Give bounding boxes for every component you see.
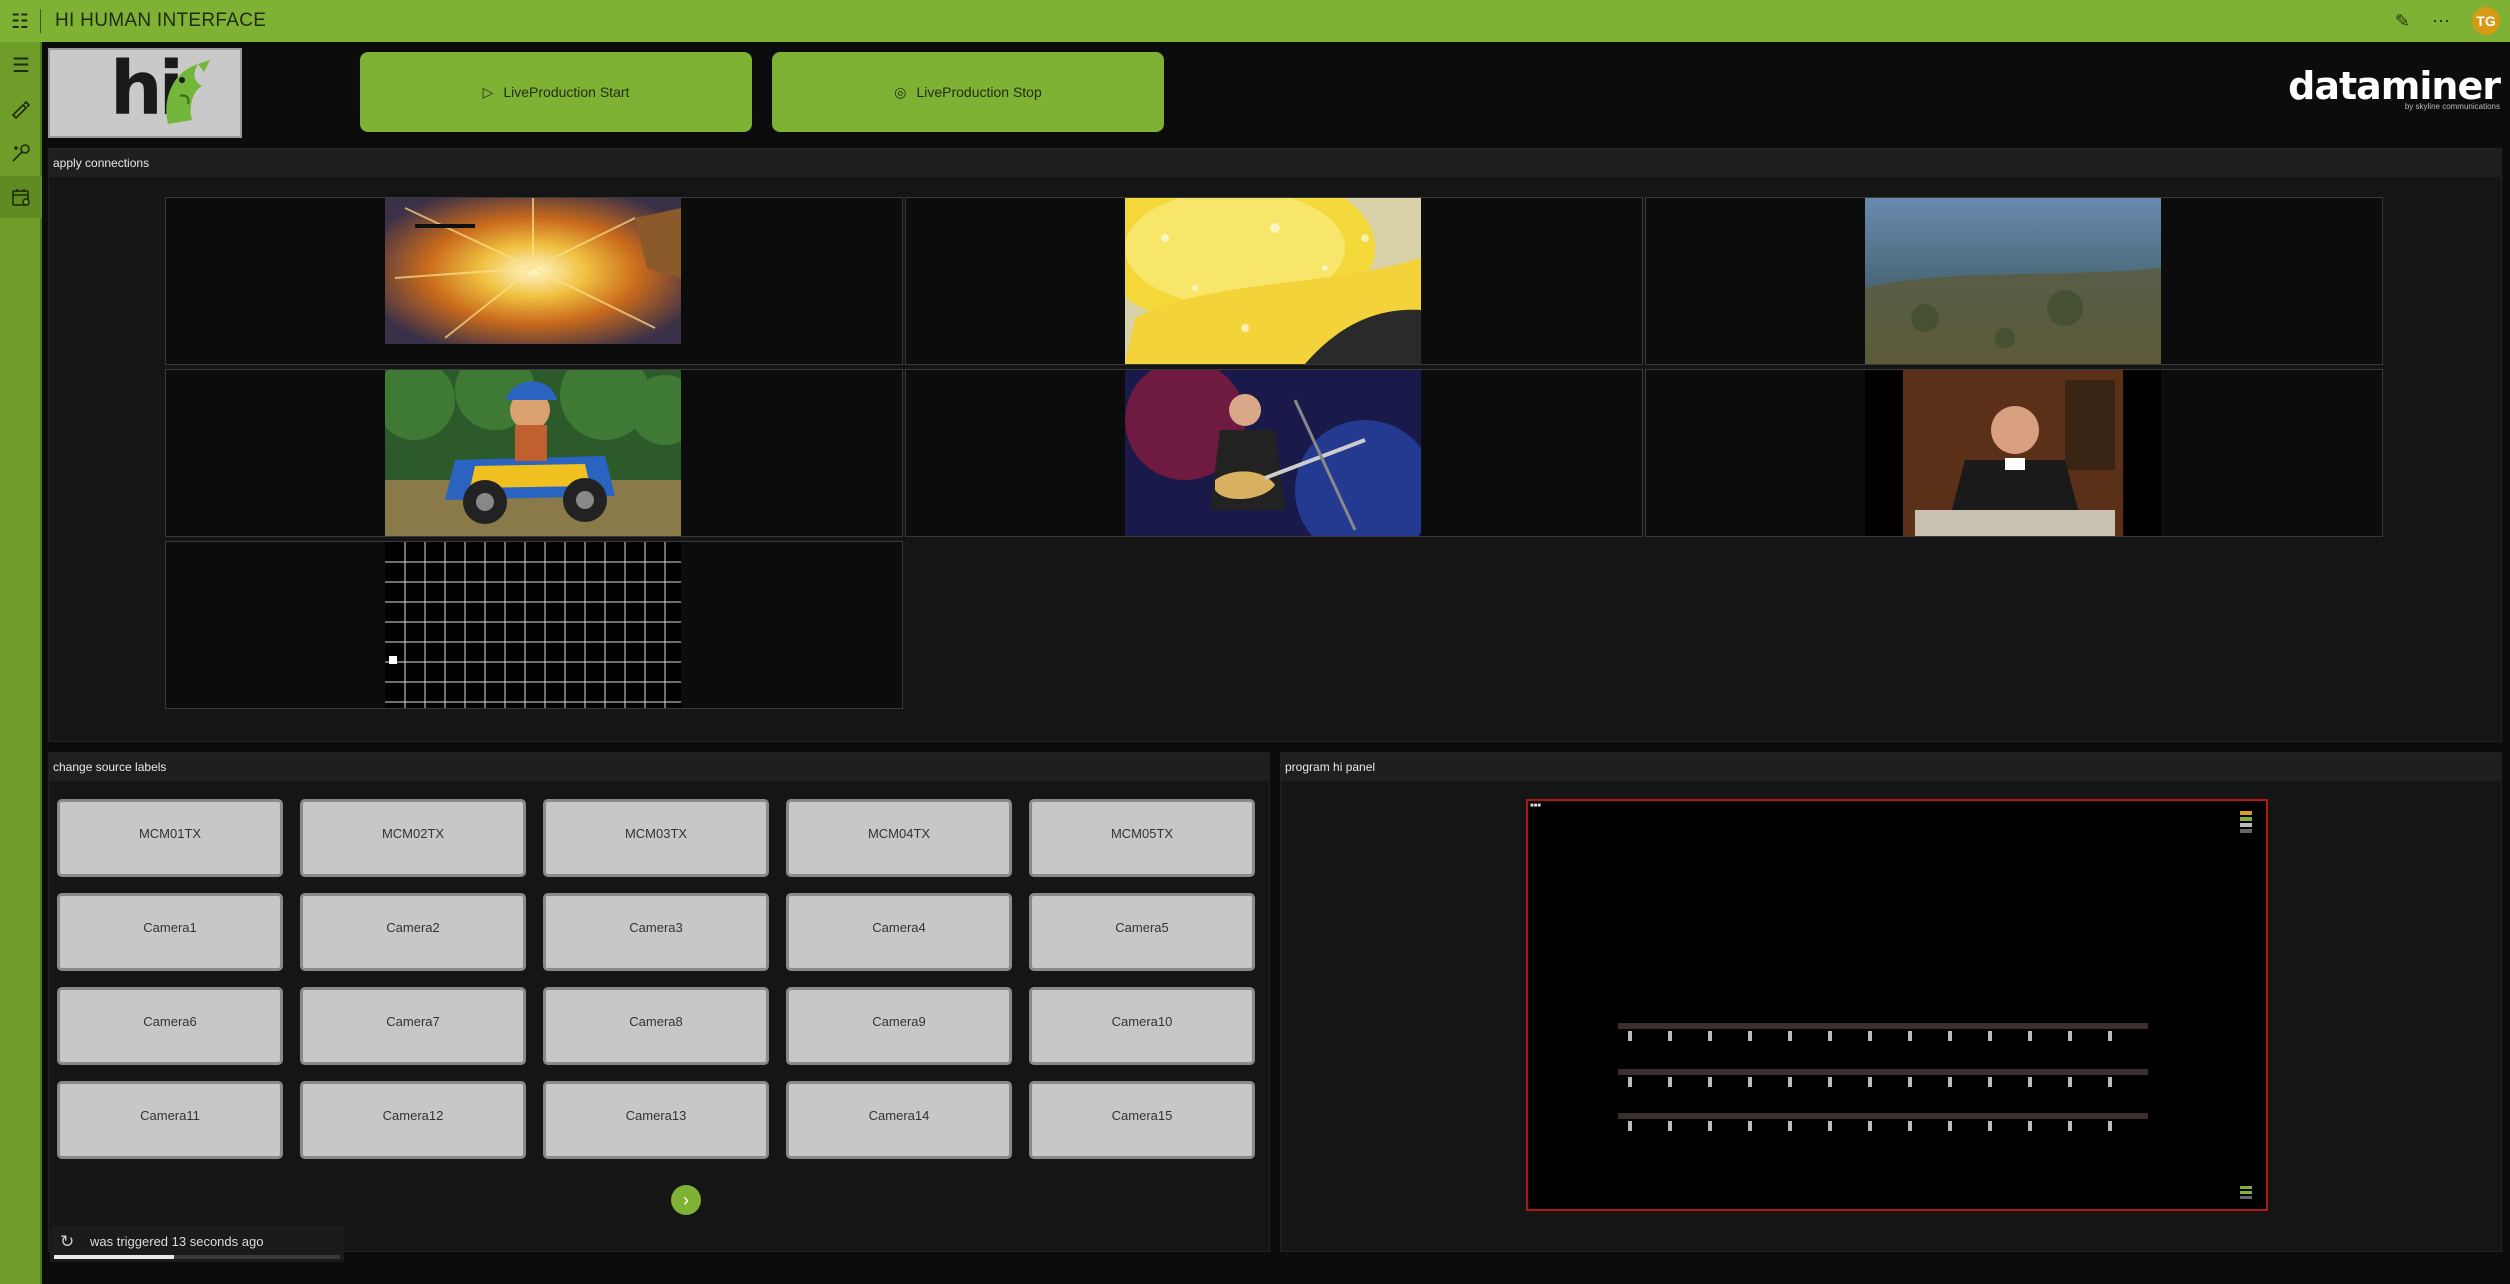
- trigger-progress: [54, 1255, 340, 1259]
- thumbnail-underwater: [1865, 198, 2161, 364]
- thumbnail-test-grid: [385, 542, 681, 708]
- label-button[interactable]: Camera10: [1029, 987, 1255, 1065]
- label-button[interactable]: Camera14: [786, 1081, 1012, 1159]
- label-button[interactable]: Camera1: [57, 893, 283, 971]
- program-preview[interactable]: ■■■: [1526, 799, 2268, 1211]
- thumbnail-speaker: [1865, 370, 2161, 536]
- dataminer-brand: dataminer by skyline communications: [2288, 64, 2501, 111]
- thumbnail-lemon: [1125, 198, 1421, 364]
- top-bar: ☷ HI HUMAN INTERFACE ✎ ⋯ TG: [0, 0, 2510, 42]
- dashboard: hi ▷ LiveProduction Start ◎ LiveProducti…: [44, 42, 2510, 1284]
- liveproduction-start-button[interactable]: ▷ LiveProduction Start: [360, 52, 752, 132]
- chevron-right-icon: ›: [683, 1189, 689, 1210]
- label-button[interactable]: Camera8: [543, 987, 769, 1065]
- label-button[interactable]: Camera9: [786, 987, 1012, 1065]
- label-button[interactable]: MCM02TX: [300, 799, 526, 877]
- thumbnail-explosion: [385, 198, 681, 364]
- label-button[interactable]: MCM05TX: [1029, 799, 1255, 877]
- source-speaker[interactable]: [1645, 369, 2383, 537]
- refresh-icon[interactable]: ↻: [60, 1232, 74, 1252]
- nav-edit-icon[interactable]: [0, 88, 42, 130]
- bottom-indicators: [2240, 1186, 2252, 1199]
- label-button[interactable]: Camera3: [543, 893, 769, 971]
- apps-grid-icon[interactable]: ☷: [0, 0, 40, 42]
- source-lemon[interactable]: [905, 197, 1643, 365]
- preview-tag: ■■■: [1530, 803, 1541, 809]
- avatar[interactable]: TG: [2472, 7, 2500, 35]
- apply-connections-panel: apply connections: [48, 148, 2502, 742]
- trigger-text: was triggered 13 seconds ago: [90, 1234, 264, 1249]
- trigger-status: ↻ was triggered 13 seconds ago: [50, 1226, 344, 1262]
- liveproduction-stop-button[interactable]: ◎ LiveProduction Stop: [772, 52, 1164, 132]
- panel-title: change source labels: [49, 753, 1269, 781]
- label-button[interactable]: MCM01TX: [57, 799, 283, 877]
- left-nav: ☰: [0, 42, 42, 1284]
- more-icon[interactable]: ⋯: [2432, 11, 2450, 32]
- label-button[interactable]: MCM04TX: [786, 799, 1012, 877]
- stop-icon: ◎: [894, 83, 907, 100]
- nav-design-icon[interactable]: [0, 132, 42, 174]
- change-source-labels-panel: change source labels MCM01TX MCM02TX MCM…: [48, 752, 1270, 1252]
- label-button[interactable]: Camera5: [1029, 893, 1255, 971]
- label-button[interactable]: Camera7: [300, 987, 526, 1065]
- label-button[interactable]: Camera6: [57, 987, 283, 1065]
- panel-title: program hi panel: [1281, 753, 2501, 781]
- program-hi-panel: program hi panel ■■■: [1280, 752, 2502, 1252]
- trigger-progress-fill: [54, 1255, 175, 1259]
- thumbnail-cartoon-truck: [385, 370, 681, 536]
- source-underwater[interactable]: [1645, 197, 2383, 365]
- source-test-grid[interactable]: [165, 541, 903, 709]
- app-title: HI HUMAN INTERFACE: [55, 10, 267, 31]
- status-indicators: [2240, 811, 2252, 835]
- panel-title: apply connections: [49, 149, 2501, 177]
- stop-label: LiveProduction Stop: [916, 84, 1042, 100]
- divider: [40, 9, 41, 33]
- fish-logo-icon: [166, 60, 210, 124]
- next-page-button[interactable]: ›: [671, 1185, 701, 1215]
- label-button[interactable]: Camera13: [543, 1081, 769, 1159]
- label-button[interactable]: Camera2: [300, 893, 526, 971]
- label-button[interactable]: Camera12: [300, 1081, 526, 1159]
- hamburger-menu-icon[interactable]: ☰: [0, 44, 42, 86]
- label-button[interactable]: Camera11: [57, 1081, 283, 1159]
- hi-logo: hi: [48, 46, 242, 138]
- start-label: LiveProduction Start: [503, 84, 630, 100]
- source-guitarist[interactable]: [905, 369, 1643, 537]
- label-button[interactable]: Camera4: [786, 893, 1012, 971]
- source-cartoon-truck[interactable]: [165, 369, 903, 537]
- label-button[interactable]: MCM03TX: [543, 799, 769, 877]
- panel-button-rows: [1618, 1023, 2148, 1131]
- label-button[interactable]: Camera15: [1029, 1081, 1255, 1159]
- edit-icon[interactable]: ✎: [2395, 11, 2410, 32]
- brand-name: dataminer: [2288, 64, 2501, 108]
- thumbnail-guitarist: [1125, 370, 1421, 536]
- nav-calendar-icon[interactable]: [0, 176, 42, 218]
- source-explosion[interactable]: [165, 197, 903, 365]
- play-icon: ▷: [482, 83, 494, 100]
